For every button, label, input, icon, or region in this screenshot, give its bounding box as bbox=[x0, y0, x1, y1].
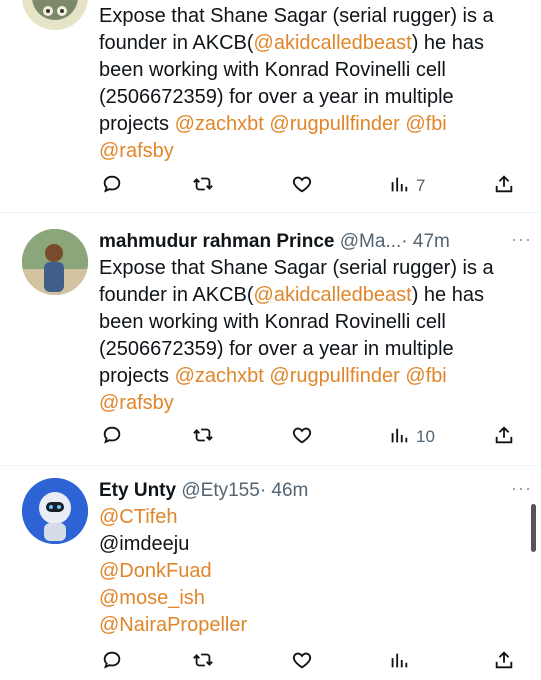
retweet-icon bbox=[192, 649, 214, 676]
timestamp[interactable]: · 47m bbox=[401, 231, 450, 252]
avatar[interactable] bbox=[22, 478, 88, 544]
mention-link[interactable]: @mose_ish bbox=[99, 585, 519, 612]
more-options-icon[interactable]: ··· bbox=[511, 226, 532, 252]
like-icon bbox=[291, 173, 313, 200]
mention-link[interactable]: @fbi bbox=[405, 113, 446, 135]
mention-link[interactable]: @rafsby bbox=[99, 392, 174, 414]
divider bbox=[0, 212, 541, 213]
avatar[interactable] bbox=[22, 229, 88, 295]
mention-link[interactable]: @DonkFuad bbox=[99, 558, 519, 585]
views-button[interactable] bbox=[388, 648, 410, 676]
reply-icon bbox=[101, 173, 123, 200]
share-button[interactable] bbox=[493, 648, 515, 676]
share-icon bbox=[493, 649, 515, 676]
share-icon bbox=[493, 173, 515, 200]
scrollbar[interactable] bbox=[531, 504, 536, 552]
views-count: 7 bbox=[416, 176, 426, 195]
retweet-icon bbox=[192, 424, 214, 451]
tweet-text: @CTifeh @imdeeju @DonkFuad @mose_ish @NairaP… bbox=[99, 504, 519, 639]
mention-link[interactable]: @NairaPropeller bbox=[99, 612, 519, 639]
tweet-actions: 10 bbox=[99, 423, 519, 451]
like-button[interactable] bbox=[291, 423, 313, 451]
views-icon bbox=[388, 649, 410, 676]
views-icon bbox=[388, 173, 410, 200]
handle[interactable]: @Ety155 bbox=[181, 480, 259, 501]
display-name[interactable]: Ety Unty bbox=[99, 480, 176, 501]
share-button[interactable] bbox=[493, 423, 515, 451]
reply-button[interactable] bbox=[101, 648, 123, 676]
reply-icon bbox=[101, 424, 123, 451]
avatar[interactable] bbox=[22, 0, 88, 30]
more-options-icon[interactable]: ··· bbox=[511, 475, 532, 501]
timestamp[interactable]: · 46m bbox=[260, 480, 309, 501]
mention-link[interactable]: @CTifeh bbox=[99, 504, 519, 531]
mention-link[interactable]: @rugpullfinder bbox=[269, 113, 399, 135]
like-icon bbox=[291, 649, 313, 676]
mention-text: @imdeeju bbox=[99, 533, 190, 555]
tweet-text: Expose that Shane Sagar (serial rugger) … bbox=[99, 257, 494, 414]
reply-button[interactable] bbox=[101, 423, 123, 451]
mention-link[interactable]: @akidcalledbeast bbox=[254, 284, 412, 306]
mention-link[interactable]: @rafsby bbox=[99, 140, 174, 162]
views-count: 10 bbox=[416, 427, 435, 446]
tweet-actions bbox=[99, 648, 519, 676]
mention-link[interactable]: @rugpullfinder bbox=[269, 365, 399, 387]
tweet-actions: 7 bbox=[99, 172, 519, 200]
views-icon bbox=[388, 424, 410, 451]
tweet-header: Ety Unty @Ety155· 46m ··· bbox=[99, 478, 531, 504]
tweet-text: Expose that Shane Sagar (serial rugger) … bbox=[99, 5, 494, 162]
retweet-icon bbox=[192, 173, 214, 200]
retweet-button[interactable] bbox=[192, 648, 214, 676]
mention-link[interactable]: @zachxbt bbox=[175, 113, 264, 135]
reply-button[interactable] bbox=[101, 172, 123, 200]
share-icon bbox=[493, 424, 515, 451]
reply-icon bbox=[101, 649, 123, 676]
handle[interactable]: @Ma... bbox=[340, 231, 402, 252]
display-name[interactable]: mahmudur rahman Prince bbox=[99, 231, 334, 252]
views-button[interactable]: 7 bbox=[388, 172, 425, 200]
views-button[interactable]: 10 bbox=[388, 423, 435, 451]
like-icon bbox=[291, 424, 313, 451]
retweet-button[interactable] bbox=[192, 172, 214, 200]
share-button[interactable] bbox=[493, 172, 515, 200]
like-button[interactable] bbox=[291, 172, 313, 200]
divider bbox=[0, 465, 541, 466]
like-button[interactable] bbox=[291, 648, 313, 676]
mention-link[interactable]: @fbi bbox=[405, 365, 446, 387]
retweet-button[interactable] bbox=[192, 423, 214, 451]
mention-link[interactable]: @zachxbt bbox=[175, 365, 264, 387]
tweet-header: mahmudur rahman Prince @Ma...· 47m ··· bbox=[99, 229, 531, 255]
mention-link[interactable]: @akidcalledbeast bbox=[254, 32, 412, 54]
